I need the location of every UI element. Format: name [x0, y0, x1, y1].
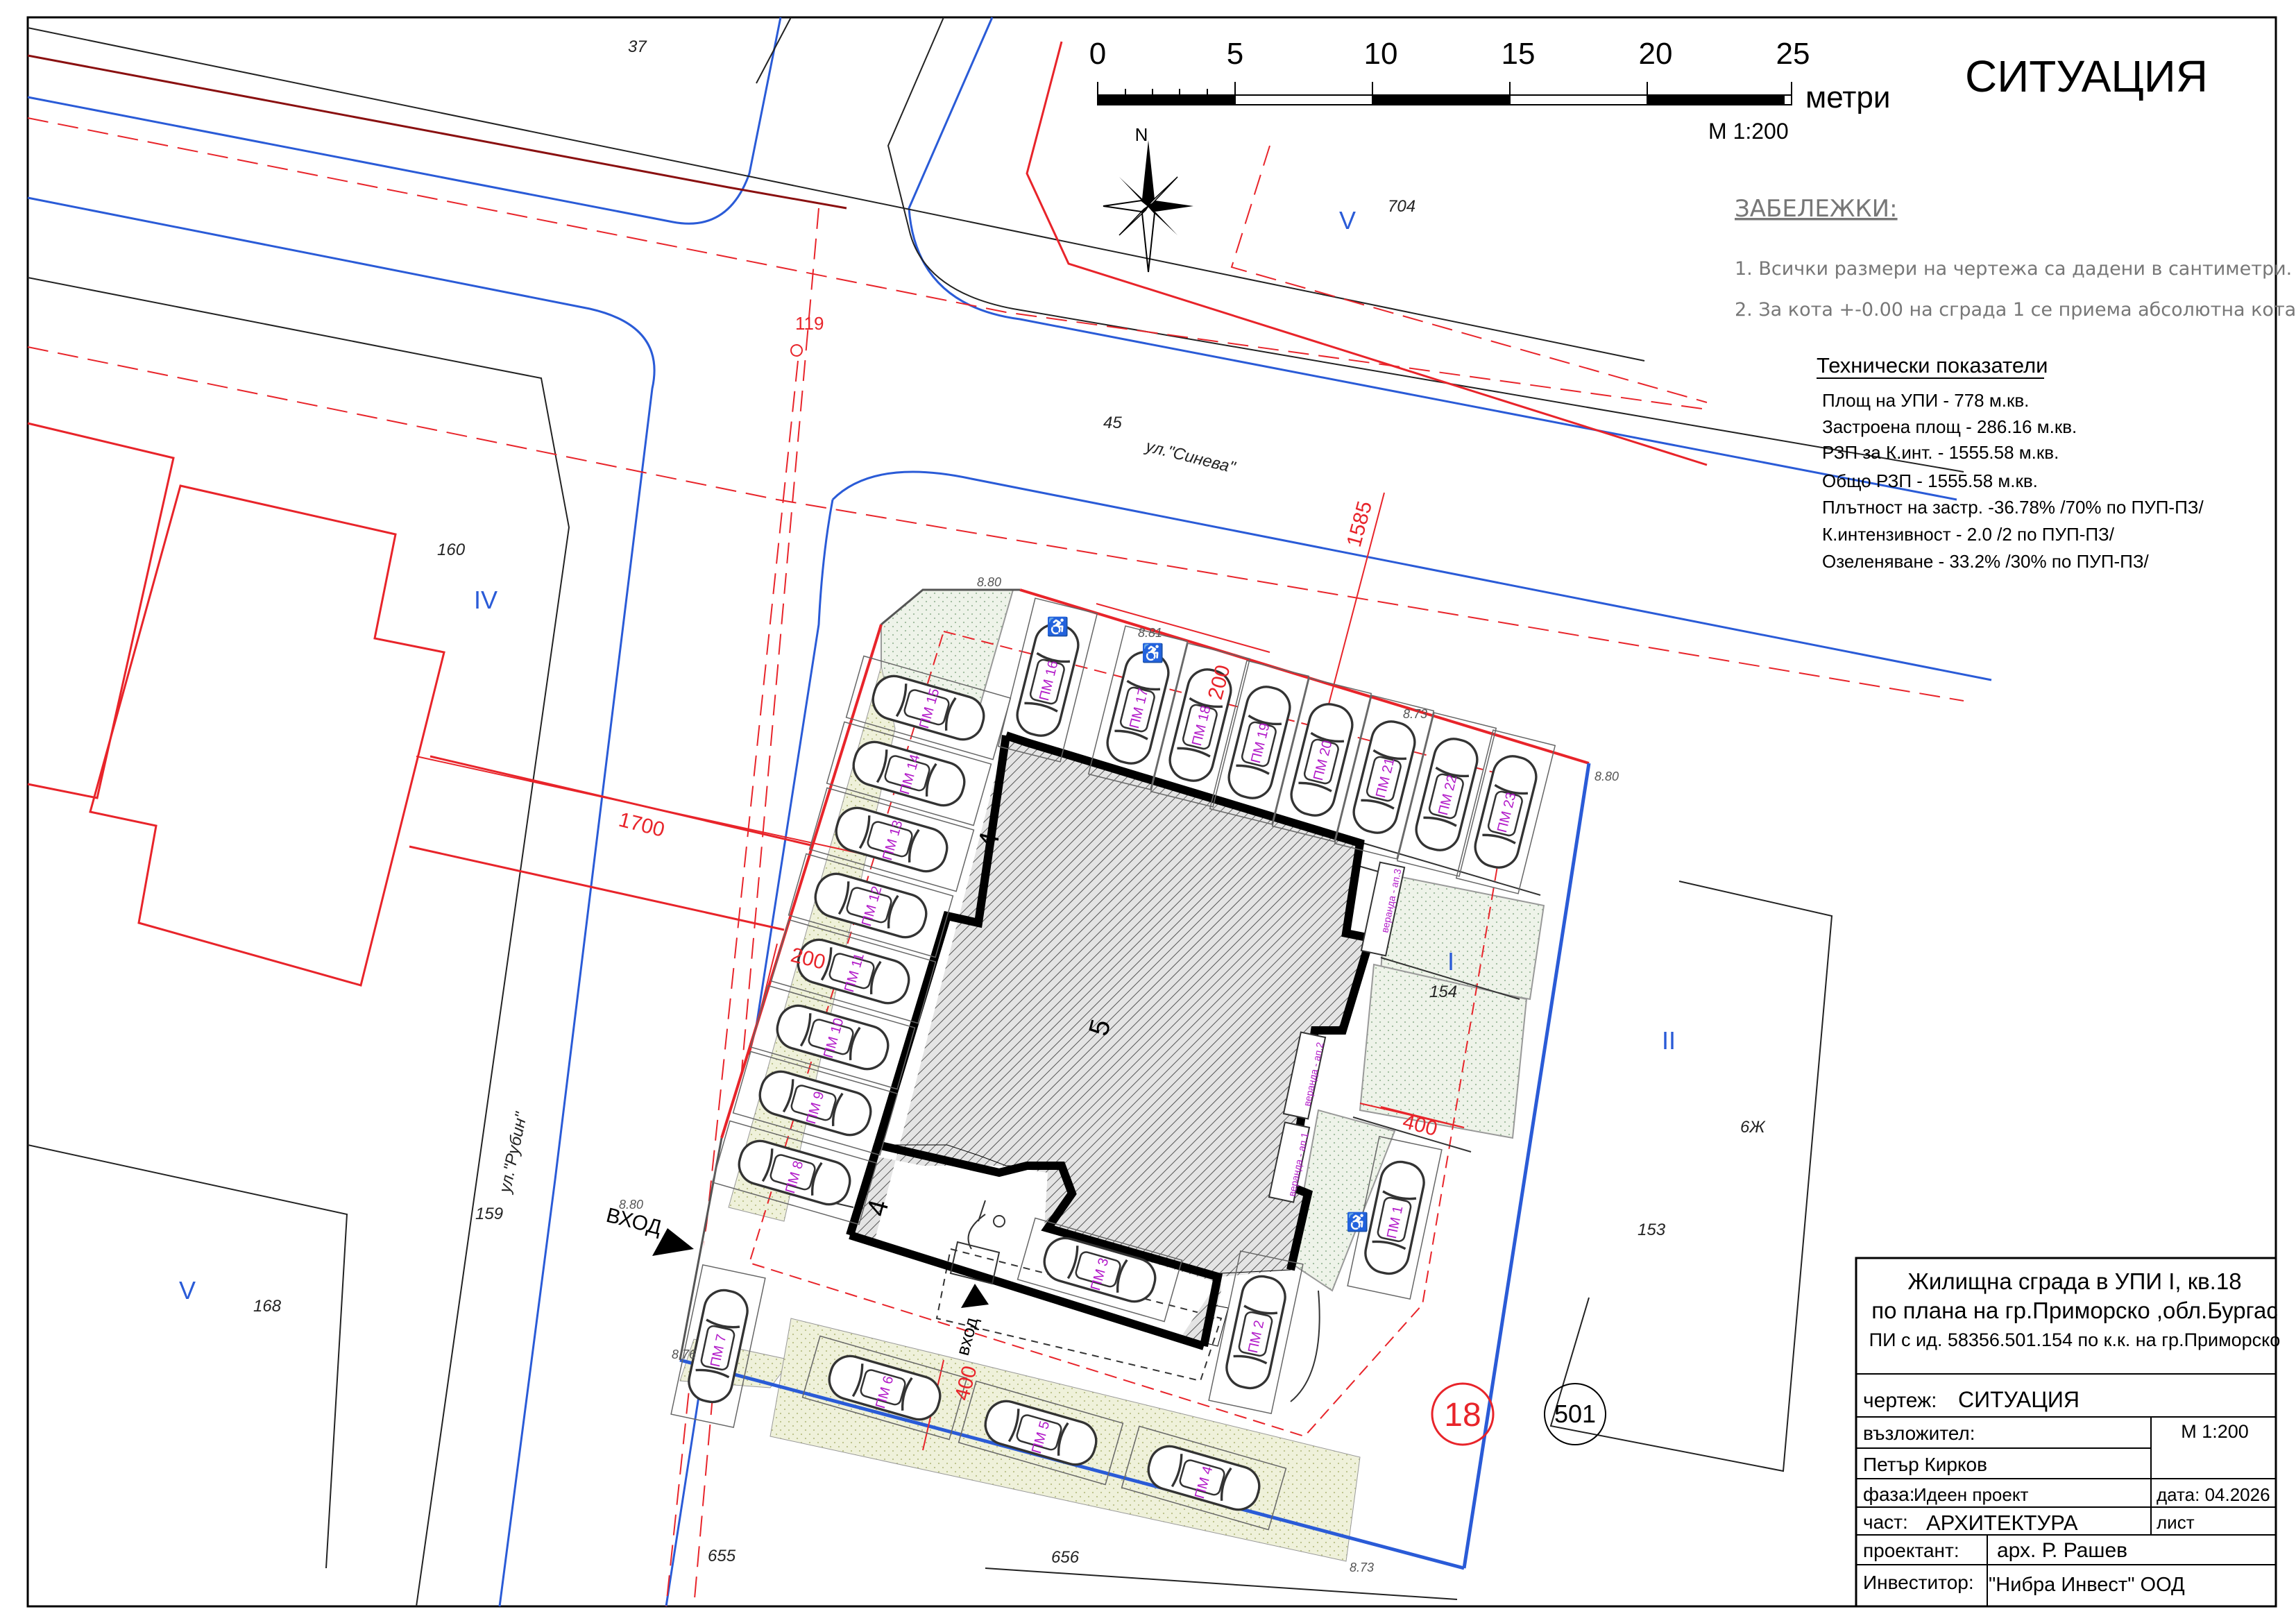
tech-row: РЗП за К.инт. - 1555.58 м.кв.: [1822, 442, 2059, 463]
plot-168: 168: [253, 1297, 282, 1316]
scale-tick-10: 10: [1364, 37, 1398, 71]
part-value: АРХИТЕКТУРА: [1926, 1511, 2078, 1535]
designer-label: проектант:: [1863, 1540, 1959, 1561]
scale-tick-0: 0: [1089, 37, 1106, 71]
point-119: 119: [795, 313, 824, 334]
plot-6zh: 6Ж: [1740, 1118, 1766, 1137]
notes-line-2: 2. За кота +-0.00 на сграда 1 се приема …: [1735, 299, 2296, 321]
elev-4: 8.80: [1595, 770, 1619, 783]
tech-row: Общо РЗП - 1555.58 м.кв.: [1822, 470, 2038, 491]
client-label: възложител:: [1863, 1422, 1975, 1444]
scale-unit: метри: [1805, 80, 1890, 114]
investor-value: "Нибра Инвест" ООД: [1989, 1574, 2185, 1596]
project-line-1: Жилищна сграда в УПИ I, кв.18: [1907, 1268, 2241, 1294]
date-value: дата: 04.2026: [2157, 1484, 2270, 1505]
tech-row: К.интензивност - 2.0 /2 по ПУП-ПЗ/: [1822, 524, 2115, 545]
tech-row: Площ на УПИ - 778 м.кв.: [1822, 390, 2029, 411]
project-line-2: по плана на гр.Приморско ,обл.Бургас: [1871, 1298, 2278, 1323]
zone-iv: IV: [474, 586, 498, 614]
street-sineva-label: ул."Синева": [1143, 436, 1239, 477]
street-rubin-label: ул."Рубин": [495, 1110, 532, 1196]
plot-153: 153: [1638, 1221, 1666, 1239]
dim-1700: 1700: [616, 808, 667, 842]
sheet-label: лист: [2157, 1512, 2195, 1533]
designer-value: арх. Р. Рашев: [1997, 1539, 2127, 1562]
north-label: N: [1135, 124, 1148, 145]
scale-ticks: 0 5 10 15 20 25: [1089, 37, 1810, 71]
notes-heading: ЗАБЕЛЕЖКИ:: [1735, 195, 1898, 223]
zone-v-top: V: [1339, 206, 1356, 235]
scale-tick-15: 15: [1502, 37, 1536, 71]
zone-i: I: [1447, 947, 1454, 976]
notes-line-1: 1. Всички размери на чертежа са дадени в…: [1735, 258, 2292, 280]
plot-704: 704: [1388, 197, 1415, 216]
scale-tick-25: 25: [1776, 37, 1810, 71]
plot-656: 656: [1051, 1548, 1080, 1567]
neighbor-building-right: [1549, 881, 1833, 1472]
part-label: част:: [1863, 1511, 1908, 1533]
elev-2: 8.73: [1403, 707, 1427, 721]
scale-ratio: М 1:200: [1708, 119, 1789, 144]
tech-rows: Площ на УПИ - 778 м.кв. Застроена площ -…: [1822, 390, 2204, 572]
plot-45: 45: [1103, 414, 1122, 432]
project-line-3: ПИ с ид. 58356.501.154 по к.к. на гр.При…: [1869, 1329, 2281, 1350]
zone-v-left: V: [179, 1276, 196, 1305]
neighbor-buildings-left: [27, 422, 847, 987]
plot-154: 154: [1429, 983, 1457, 1001]
site-plan-drawing: ПМ 1ПМ 2ПМ 3ПМ 4ПМ 5ПМ 6ПМ 7ПМ 8ПМ 9ПМ 1…: [26, 16, 2296, 1608]
boundary-dark-red: [27, 54, 847, 210]
plot-37: 37: [628, 37, 647, 56]
survey-point-icon: [790, 344, 803, 357]
scale-value: М 1:200: [2181, 1421, 2249, 1442]
elev-1: 8.80: [977, 575, 1001, 589]
scale-tick-5: 5: [1227, 37, 1243, 71]
drawing-label: чертеж:: [1863, 1389, 1937, 1412]
tech-row: Озеленяване - 33.2% /30% по ПУП-ПЗ/: [1822, 551, 2150, 572]
phase-label: фаза:: [1863, 1484, 1914, 1505]
lot-501: 501: [1554, 1400, 1596, 1428]
tech-row: Застроена площ - 286.16 м.кв.: [1822, 416, 2077, 437]
elev-6: 8.76: [672, 1348, 697, 1361]
zone-ii: II: [1662, 1026, 1676, 1055]
plot-160: 160: [437, 541, 466, 559]
drawing-title: СИТУАЦИЯ: [1965, 51, 2208, 101]
scale-bar: [1097, 82, 1792, 105]
investor-label: Инвеститор:: [1863, 1572, 1974, 1593]
elev-5: 8.80: [619, 1198, 643, 1212]
client-value: Петър Кирков: [1863, 1454, 1987, 1475]
elev-7: 8.73: [1350, 1561, 1374, 1574]
plot-159: 159: [475, 1205, 503, 1223]
block-18: 18: [1444, 1397, 1481, 1434]
svg-text:♿: ♿: [1046, 616, 1069, 637]
svg-text:♿: ♿: [1346, 1212, 1368, 1232]
scale-tick-20: 20: [1639, 37, 1673, 71]
tech-row: Плътност на застр. -36.78% /70% по ПУП-П…: [1822, 497, 2204, 518]
plot-655: 655: [708, 1547, 736, 1565]
svg-text:♿: ♿: [1141, 643, 1164, 663]
elev-3: 8.81: [1138, 626, 1162, 640]
drawing-value: СИТУАЦИЯ: [1958, 1387, 2080, 1412]
phase-value: Идеен проект: [1914, 1484, 2028, 1505]
tech-heading: Технически показатели: [1817, 353, 2048, 377]
